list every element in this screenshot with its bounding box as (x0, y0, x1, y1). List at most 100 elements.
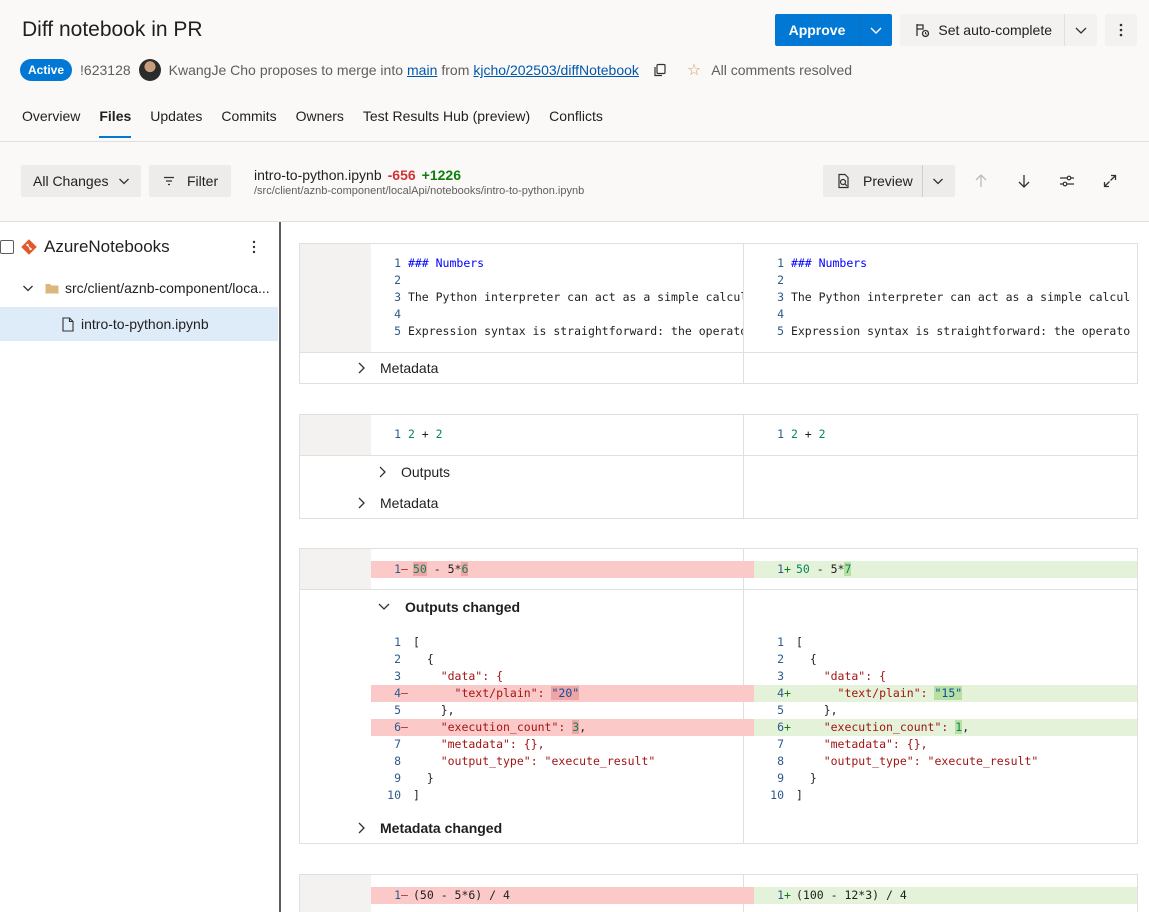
arrow-up-icon (975, 174, 987, 187)
autocomplete-dropdown-button[interactable] (1065, 14, 1097, 46)
file-icon (62, 316, 74, 332)
outputs-label: Outputs (401, 464, 451, 480)
diff-settings-button[interactable] (1058, 172, 1076, 190)
notebook-diff-view: 1 ### Numbers 2 3 The Python interpreter… (283, 222, 1149, 912)
repo-icon (21, 239, 37, 255)
added-json-line: 4+ "text/plain": "15" (754, 685, 1137, 702)
metadata-label: Metadata (380, 495, 439, 511)
cell-gutter (300, 875, 371, 912)
next-file-button[interactable] (1015, 172, 1033, 190)
json-line: 10] (387, 788, 420, 802)
line-number: 1 (394, 562, 401, 576)
more-icon (1119, 23, 1123, 37)
tab-overview[interactable]: Overview (22, 108, 80, 138)
approve-dropdown-button[interactable] (860, 14, 892, 46)
code-text: The Python interpreter can act as a simp… (407, 290, 743, 304)
deleted-line: 1— 50 - 5*6 (371, 561, 755, 578)
code-token: + (414, 427, 436, 441)
code-line: 4 (754, 306, 1137, 323)
autocomplete-icon (916, 24, 930, 38)
approve-button[interactable]: Approve (775, 14, 861, 46)
chevron-down-icon[interactable] (932, 175, 944, 187)
deletions-count: -656 (387, 167, 416, 183)
repo-checkbox[interactable] (0, 240, 14, 254)
deleted-line: 1— (50 - 5*6) / 4 (371, 887, 755, 904)
copy-icon[interactable] (653, 63, 667, 77)
code-text: (50 - 5*6) / 4 (413, 888, 510, 902)
preview-label: Preview (863, 173, 913, 189)
settings-icon (1060, 175, 1074, 187)
preview-button[interactable]: Preview (835, 173, 913, 189)
expand-button[interactable] (1101, 172, 1119, 190)
code-text: The Python interpreter can act as a simp… (790, 290, 1131, 304)
code-text: Expression syntax is straightforward: th… (790, 324, 1131, 338)
tab-conflicts[interactable]: Conflicts (549, 108, 603, 138)
previous-file-button[interactable] (972, 172, 990, 190)
tab-test-results-hub[interactable]: Test Results Hub (preview) (363, 108, 530, 138)
diff-cell-code: 1 2 + 2 1 2 + 2 Outputs Metadata (299, 414, 1138, 519)
avatar[interactable] (138, 59, 161, 81)
pr-id[interactable]: !623128 (80, 62, 131, 78)
code-token: - 5* (809, 562, 845, 576)
target-branch-link[interactable]: main (407, 62, 437, 78)
tab-updates[interactable]: Updates (150, 108, 202, 138)
code-line: 5 Expression syntax is straightforward: … (371, 323, 743, 340)
line-number: 4 (394, 307, 401, 321)
tree-file-item[interactable]: intro-to-python.ipynb (0, 307, 278, 341)
metadata-toggle[interactable]: Metadata (356, 360, 438, 376)
more-icon[interactable] (252, 240, 256, 254)
all-changes-dropdown[interactable]: All Changes (21, 165, 141, 197)
author-name[interactable]: KwangJe Cho (169, 62, 256, 78)
json-line: 2 { (394, 652, 434, 666)
code-line: 2 (754, 272, 1137, 289)
autocomplete-label: Set auto-complete (938, 22, 1052, 38)
line-number: 2 (394, 273, 401, 287)
metadata-changed-toggle[interactable]: Metadata changed (356, 820, 502, 836)
repo-name[interactable]: AzureNotebooks (44, 237, 170, 257)
line-number: 3 (777, 290, 784, 304)
metadata-label: Metadata (380, 360, 439, 376)
pr-meta-row: Active !623128 KwangJe Cho proposes to m… (20, 59, 852, 81)
outputs-changed-toggle[interactable]: Outputs changed (377, 599, 520, 615)
file-label: intro-to-python.ipynb (81, 316, 209, 332)
code-token: 50 (413, 562, 427, 576)
more-actions-button[interactable] (1105, 14, 1137, 46)
all-changes-label: All Changes (33, 173, 109, 189)
tab-files[interactable]: Files (99, 108, 131, 138)
json-line: 2 { (777, 652, 817, 666)
json-line: 5 }, (777, 703, 838, 717)
code-text: (100 - 12*3) / 4 (796, 888, 907, 902)
code-line: 1 ### Numbers (371, 255, 743, 272)
chevron-down-icon (1075, 27, 1087, 34)
outputs-toggle[interactable]: Outputs (377, 464, 450, 480)
json-line: 1[ (394, 635, 420, 649)
code-token: 2 (435, 427, 443, 441)
tree-folder-item[interactable]: src/client/aznb-component/loca... (0, 271, 278, 305)
split-divider (743, 244, 744, 383)
files-toolbar: All Changes Filter intro-to-python.ipynb… (0, 142, 1149, 222)
file-tree-sidebar: AzureNotebooks src/client/aznb-component… (0, 222, 281, 912)
pr-header: Diff notebook in PR Approve Set auto-com… (0, 0, 1149, 142)
json-line: 5 }, (394, 703, 455, 717)
code-line: 1 2 + 2 (754, 426, 826, 443)
page-title: Diff notebook in PR (22, 18, 203, 41)
autocomplete-button[interactable]: Set auto-complete (900, 14, 1065, 46)
metadata-toggle[interactable]: Metadata (356, 495, 438, 511)
json-line: 3 "data": { (777, 669, 887, 683)
added-json-line: 6+ "execution_count": 1, (754, 719, 1137, 736)
source-branch-link[interactable]: kjcho/202503/diffNotebook (473, 62, 639, 78)
tab-commits[interactable]: Commits (221, 108, 276, 138)
line-number: 1 (777, 427, 784, 441)
preview-icon (838, 173, 849, 189)
line-number: 1 (777, 256, 784, 270)
status-badge: Active (20, 59, 73, 81)
filter-label: Filter (187, 173, 219, 189)
tab-owners[interactable]: Owners (296, 108, 344, 138)
cell-gutter (300, 549, 371, 589)
chevron-down-icon (23, 285, 33, 292)
line-number: 1 (777, 888, 784, 902)
star-icon[interactable]: ☆ (687, 60, 701, 80)
filter-button[interactable]: Filter (149, 165, 231, 197)
deleted-json-line: 6— "execution_count": 3, (371, 719, 755, 736)
line-number: 5 (394, 324, 401, 338)
